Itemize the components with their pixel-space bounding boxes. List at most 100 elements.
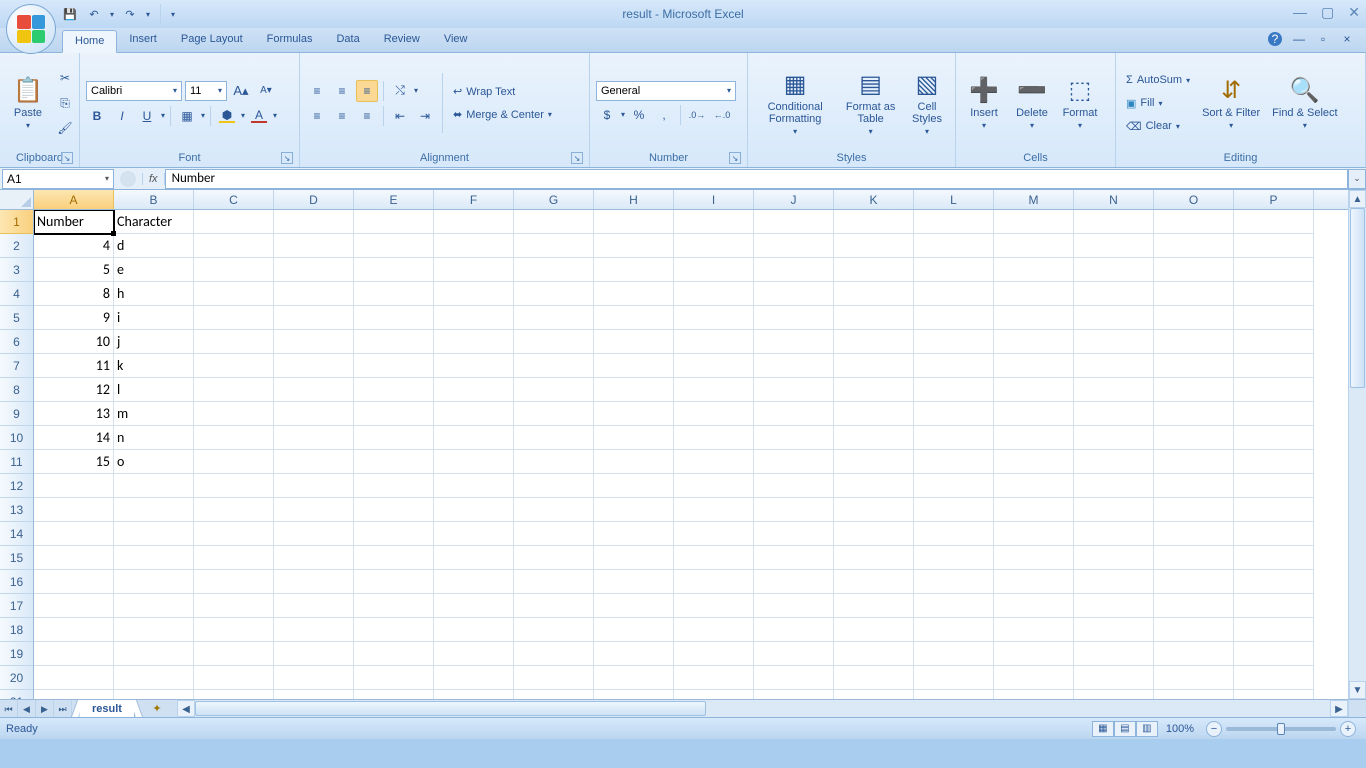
cell[interactable]: h: [114, 282, 194, 306]
cell[interactable]: [194, 378, 274, 402]
cell[interactable]: [274, 570, 354, 594]
vscroll-thumb[interactable]: [1350, 208, 1365, 388]
cell[interactable]: [194, 642, 274, 666]
cell[interactable]: [1074, 594, 1154, 618]
cell[interactable]: [1074, 474, 1154, 498]
cell[interactable]: [194, 354, 274, 378]
cell[interactable]: [514, 330, 594, 354]
cell[interactable]: [1154, 594, 1234, 618]
cell[interactable]: [994, 402, 1074, 426]
cell[interactable]: [834, 474, 914, 498]
cell[interactable]: [1234, 354, 1314, 378]
fill-color-icon[interactable]: ⬢: [216, 105, 238, 127]
cell[interactable]: [514, 282, 594, 306]
cell[interactable]: [1074, 450, 1154, 474]
cell[interactable]: [674, 474, 754, 498]
page-break-view-icon[interactable]: ▥: [1136, 721, 1158, 737]
cell[interactable]: [274, 690, 354, 699]
cell[interactable]: [1234, 642, 1314, 666]
cell[interactable]: 4: [34, 234, 114, 258]
cell[interactable]: [994, 378, 1074, 402]
bold-button[interactable]: B: [86, 105, 108, 127]
cell[interactable]: [514, 570, 594, 594]
delete-cells-button[interactable]: ➖Delete▾: [1010, 74, 1054, 132]
office-button[interactable]: [6, 4, 56, 54]
normal-view-icon[interactable]: ▦: [1092, 721, 1114, 737]
cell[interactable]: [994, 546, 1074, 570]
find-select-button[interactable]: 🔍Find & Select▾: [1268, 74, 1341, 132]
cell[interactable]: [1154, 498, 1234, 522]
cell[interactable]: [674, 234, 754, 258]
cell[interactable]: [194, 474, 274, 498]
cell[interactable]: d: [114, 234, 194, 258]
cell[interactable]: [514, 306, 594, 330]
cell[interactable]: [34, 522, 114, 546]
cell[interactable]: Character: [114, 210, 194, 234]
cell[interactable]: [674, 570, 754, 594]
cell[interactable]: m: [114, 402, 194, 426]
cell[interactable]: [674, 282, 754, 306]
zoom-in-icon[interactable]: +: [1340, 721, 1356, 737]
row-header[interactable]: 2: [0, 234, 33, 258]
cell[interactable]: [1154, 306, 1234, 330]
cell[interactable]: [914, 354, 994, 378]
shrink-font-icon[interactable]: A▾: [255, 80, 277, 102]
cell[interactable]: [674, 498, 754, 522]
cell[interactable]: [434, 570, 514, 594]
cell[interactable]: [1074, 258, 1154, 282]
cell[interactable]: [834, 402, 914, 426]
wrap-text-button[interactable]: ↩Wrap Text: [449, 82, 556, 102]
cell[interactable]: [834, 498, 914, 522]
cell[interactable]: [674, 210, 754, 234]
percent-icon[interactable]: %: [628, 104, 650, 126]
scroll-left-icon[interactable]: ◀: [177, 700, 195, 717]
cell[interactable]: [1074, 618, 1154, 642]
cell[interactable]: [354, 426, 434, 450]
cell[interactable]: [914, 306, 994, 330]
cell[interactable]: [194, 570, 274, 594]
column-header[interactable]: G: [514, 190, 594, 209]
redo-icon[interactable]: ↷: [122, 6, 138, 22]
cell[interactable]: [914, 282, 994, 306]
cell[interactable]: [754, 234, 834, 258]
cell[interactable]: [1234, 330, 1314, 354]
help-icon[interactable]: ?: [1268, 32, 1282, 46]
cell[interactable]: [34, 474, 114, 498]
align-top-icon[interactable]: ≡: [306, 80, 328, 102]
cell[interactable]: [674, 402, 754, 426]
cell[interactable]: [34, 594, 114, 618]
cell[interactable]: [354, 690, 434, 699]
cell[interactable]: [34, 546, 114, 570]
maximize-icon[interactable]: ▢: [1321, 4, 1334, 21]
clear-button[interactable]: ⌫Clear▾: [1122, 116, 1194, 136]
cell[interactable]: [1154, 330, 1234, 354]
cell[interactable]: [1154, 210, 1234, 234]
cell[interactable]: [274, 666, 354, 690]
cell[interactable]: [914, 402, 994, 426]
cell[interactable]: e: [114, 258, 194, 282]
cell[interactable]: [34, 642, 114, 666]
cell[interactable]: [834, 450, 914, 474]
cell[interactable]: [1234, 666, 1314, 690]
cell[interactable]: [1154, 546, 1234, 570]
cell[interactable]: [114, 474, 194, 498]
insert-cells-button[interactable]: ➕Insert▾: [962, 74, 1006, 132]
copy-icon[interactable]: ⎘: [54, 92, 76, 114]
cell[interactable]: i: [114, 306, 194, 330]
cell[interactable]: [674, 594, 754, 618]
cell[interactable]: [514, 210, 594, 234]
cell[interactable]: [1074, 330, 1154, 354]
zoom-out-icon[interactable]: −: [1206, 721, 1222, 737]
cell[interactable]: [114, 690, 194, 699]
cell[interactable]: [1074, 498, 1154, 522]
cell[interactable]: [114, 546, 194, 570]
cell[interactable]: [514, 450, 594, 474]
cell[interactable]: [1154, 570, 1234, 594]
cell[interactable]: [834, 258, 914, 282]
grow-font-icon[interactable]: A▴: [230, 80, 252, 102]
cell[interactable]: [274, 354, 354, 378]
cell[interactable]: [674, 546, 754, 570]
cell[interactable]: [1074, 402, 1154, 426]
cell[interactable]: l: [114, 378, 194, 402]
cell[interactable]: [754, 330, 834, 354]
